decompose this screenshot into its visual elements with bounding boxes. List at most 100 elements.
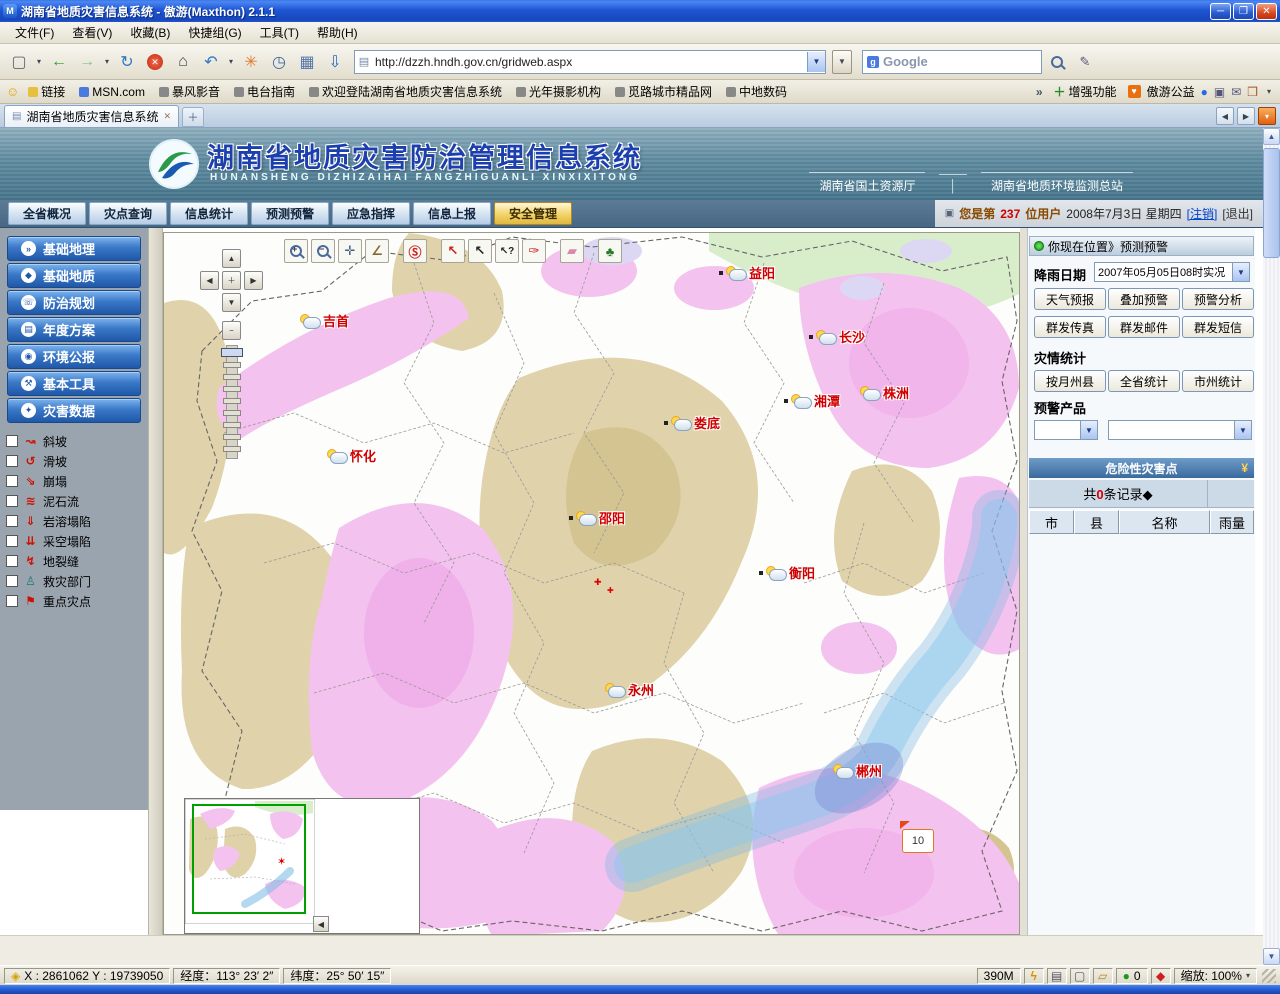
group-email-button[interactable]: 群发邮件 — [1108, 316, 1180, 338]
layer-checkbox[interactable] — [6, 555, 18, 567]
highlight-pen-icon[interactable]: ✎ — [1072, 49, 1098, 75]
zoom-in-tool-icon[interactable] — [284, 239, 308, 263]
alert-icon[interactable]: ◆ — [1151, 968, 1171, 984]
stop-icon[interactable]: ✕ — [142, 49, 168, 75]
enhance-button[interactable]: ＋增强功能 — [1049, 81, 1122, 102]
browser-scrollbar[interactable]: ▲ ▼ — [1263, 128, 1280, 965]
city-stats-button[interactable]: 市州统计 — [1182, 370, 1254, 392]
search-go-icon[interactable] — [1044, 49, 1070, 75]
download-icon[interactable]: ⇩ — [322, 49, 348, 75]
link-folder[interactable]: 链接 — [23, 81, 70, 102]
nav-tab-emergency[interactable]: 应急指挥 — [332, 202, 410, 225]
layer-checkbox[interactable] — [6, 535, 18, 547]
layer-checkbox[interactable] — [6, 495, 18, 507]
warning-product-select-2[interactable]: ▼ — [1108, 420, 1252, 440]
filter-counter-cell[interactable]: ●0 — [1116, 968, 1148, 984]
danger-points-header[interactable]: 危险性灾害点¥ — [1029, 458, 1254, 478]
sidebar-button-hazard-data[interactable]: ✦灾害数据 — [7, 398, 141, 423]
zoom-level-cell[interactable]: 缩放: 100%▾ — [1174, 968, 1257, 984]
erase-tool-icon[interactable]: ▰ — [560, 239, 584, 263]
search-engine-label[interactable]: Google — [883, 54, 928, 69]
resize-grip[interactable] — [1262, 969, 1276, 983]
tab-scroll-right-icon[interactable]: ▶ — [1237, 107, 1255, 125]
menu-file[interactable]: 文件(F) — [6, 22, 63, 43]
layer-checkbox[interactable] — [6, 515, 18, 527]
skin-icon[interactable]: ● — [1201, 85, 1208, 99]
charity-label[interactable]: 傲游公益 — [1147, 83, 1195, 100]
history-clock-icon[interactable]: ◷ — [266, 49, 292, 75]
nav-tab-report[interactable]: 信息上报 — [413, 202, 491, 225]
linksbar-collapse-icon[interactable]: ▾ — [1264, 87, 1274, 96]
undo-dropdown-icon[interactable]: ▾ — [226, 57, 236, 66]
group-fax-button[interactable]: 群发传真 — [1034, 316, 1106, 338]
layer-checkbox[interactable] — [6, 575, 18, 587]
nav-tab-overview[interactable]: 全省概况 — [8, 202, 86, 225]
link-zhongdi[interactable]: 中地数码 — [721, 81, 792, 102]
select-tool-icon[interactable]: Ⓢ — [403, 239, 427, 263]
forward-button[interactable]: → — [74, 49, 100, 75]
logout-link[interactable]: [注销] — [1187, 205, 1218, 222]
address-list-button[interactable]: ▼ — [832, 50, 852, 74]
tab-close-icon[interactable]: ✕ — [163, 111, 171, 122]
panel-splitter[interactable] — [148, 228, 163, 935]
rain-date-select[interactable]: 2007年05月05日08时实况▼ — [1094, 262, 1250, 282]
home-icon[interactable]: ⌂ — [170, 49, 196, 75]
legend-tool-icon[interactable]: ♣ — [598, 239, 622, 263]
sidebar-button-annual-plan[interactable]: ▤年度方案 — [7, 317, 141, 342]
zoom-out-tool-icon[interactable] — [311, 239, 335, 263]
weather-forecast-button[interactable]: 天气预报 — [1034, 288, 1106, 310]
layer-checkbox[interactable] — [6, 475, 18, 487]
nav-tab-stats[interactable]: 信息统计 — [170, 202, 248, 225]
menu-help[interactable]: 帮助(H) — [308, 22, 367, 43]
printer-icon[interactable]: ▤ — [1047, 968, 1067, 984]
menu-view[interactable]: 查看(V) — [63, 22, 121, 43]
pan-tool-icon[interactable]: ✛ — [338, 239, 362, 263]
new-page-dropdown-icon[interactable]: ▾ — [34, 57, 44, 66]
identify-tool-icon[interactable]: ↖ — [441, 239, 465, 263]
overlay-warning-button[interactable]: 叠加预警 — [1108, 288, 1180, 310]
warning-analysis-button[interactable]: 预警分析 — [1182, 288, 1254, 310]
measure-tool-icon[interactable]: ∠ — [371, 243, 383, 259]
group-sms-button[interactable]: 群发短信 — [1182, 316, 1254, 338]
link-radio[interactable]: 电台指南 — [229, 81, 300, 102]
scroll-up-icon[interactable]: ▲ — [1263, 128, 1280, 145]
more-links-chevron[interactable]: » — [1036, 85, 1043, 99]
layer-checkbox[interactable] — [6, 595, 18, 607]
tab-list-icon[interactable]: ▾ — [1258, 107, 1276, 125]
restore-button[interactable]: ❐ — [1233, 3, 1254, 20]
charity-icon[interactable]: ♥ — [1128, 85, 1141, 98]
zoom-slider[interactable] — [226, 345, 238, 459]
sidebar-button-prevention-plan[interactable]: ☏防治规划 — [7, 290, 141, 315]
new-tab-button[interactable]: ＋ — [182, 107, 204, 127]
sidebar-button-base-geography[interactable]: »基础地理 — [7, 236, 141, 261]
pointer-tool-icon[interactable]: ↖ — [468, 239, 492, 263]
link-city[interactable]: 觅路城市精品网 — [610, 81, 717, 102]
menu-favorites[interactable]: 收藏(B) — [121, 22, 179, 43]
nav-tab-query[interactable]: 灾点查询 — [89, 202, 167, 225]
zoom-slider-handle[interactable] — [221, 348, 243, 357]
zoom-in-button[interactable]: ＋ — [222, 271, 241, 290]
column-county[interactable]: 县 — [1074, 510, 1119, 534]
nav-tab-forecast[interactable]: 预测预警 — [251, 202, 329, 225]
overview-collapse-button[interactable]: ◀ — [313, 916, 329, 932]
active-tab[interactable]: ▤ 湖南省地质灾害信息系统 ✕ — [4, 105, 179, 127]
link-photo[interactable]: 光年摄影机构 — [511, 81, 606, 102]
new-page-button[interactable]: ▢ — [6, 49, 32, 75]
by-county-stats-button[interactable]: 按月州县 — [1034, 370, 1106, 392]
pan-up-button[interactable]: ▲ — [222, 249, 241, 268]
search-input[interactable] — [932, 53, 1037, 70]
layer-checkbox[interactable] — [6, 455, 18, 467]
column-name[interactable]: 名称 — [1119, 510, 1210, 534]
layer-checkbox[interactable] — [6, 435, 18, 447]
plugins-icon[interactable]: ✳ — [238, 49, 264, 75]
link-baofeng[interactable]: 暴风影音 — [154, 81, 225, 102]
address-bar[interactable]: ▤ ▼ — [354, 50, 826, 74]
minimize-button[interactable]: ─ — [1210, 3, 1231, 20]
danger-header-icon[interactable]: ¥ — [1241, 461, 1248, 475]
close-button[interactable]: ✕ — [1256, 3, 1277, 20]
search-box[interactable]: g Google — [862, 50, 1042, 74]
folder-status-icon[interactable]: ▱ — [1093, 968, 1113, 984]
nav-tab-security[interactable]: 安全管理 — [494, 202, 572, 225]
gift-icon[interactable]: ❒ — [1247, 85, 1258, 99]
sidebar-button-base-geology[interactable]: ◆基础地质 — [7, 263, 141, 288]
